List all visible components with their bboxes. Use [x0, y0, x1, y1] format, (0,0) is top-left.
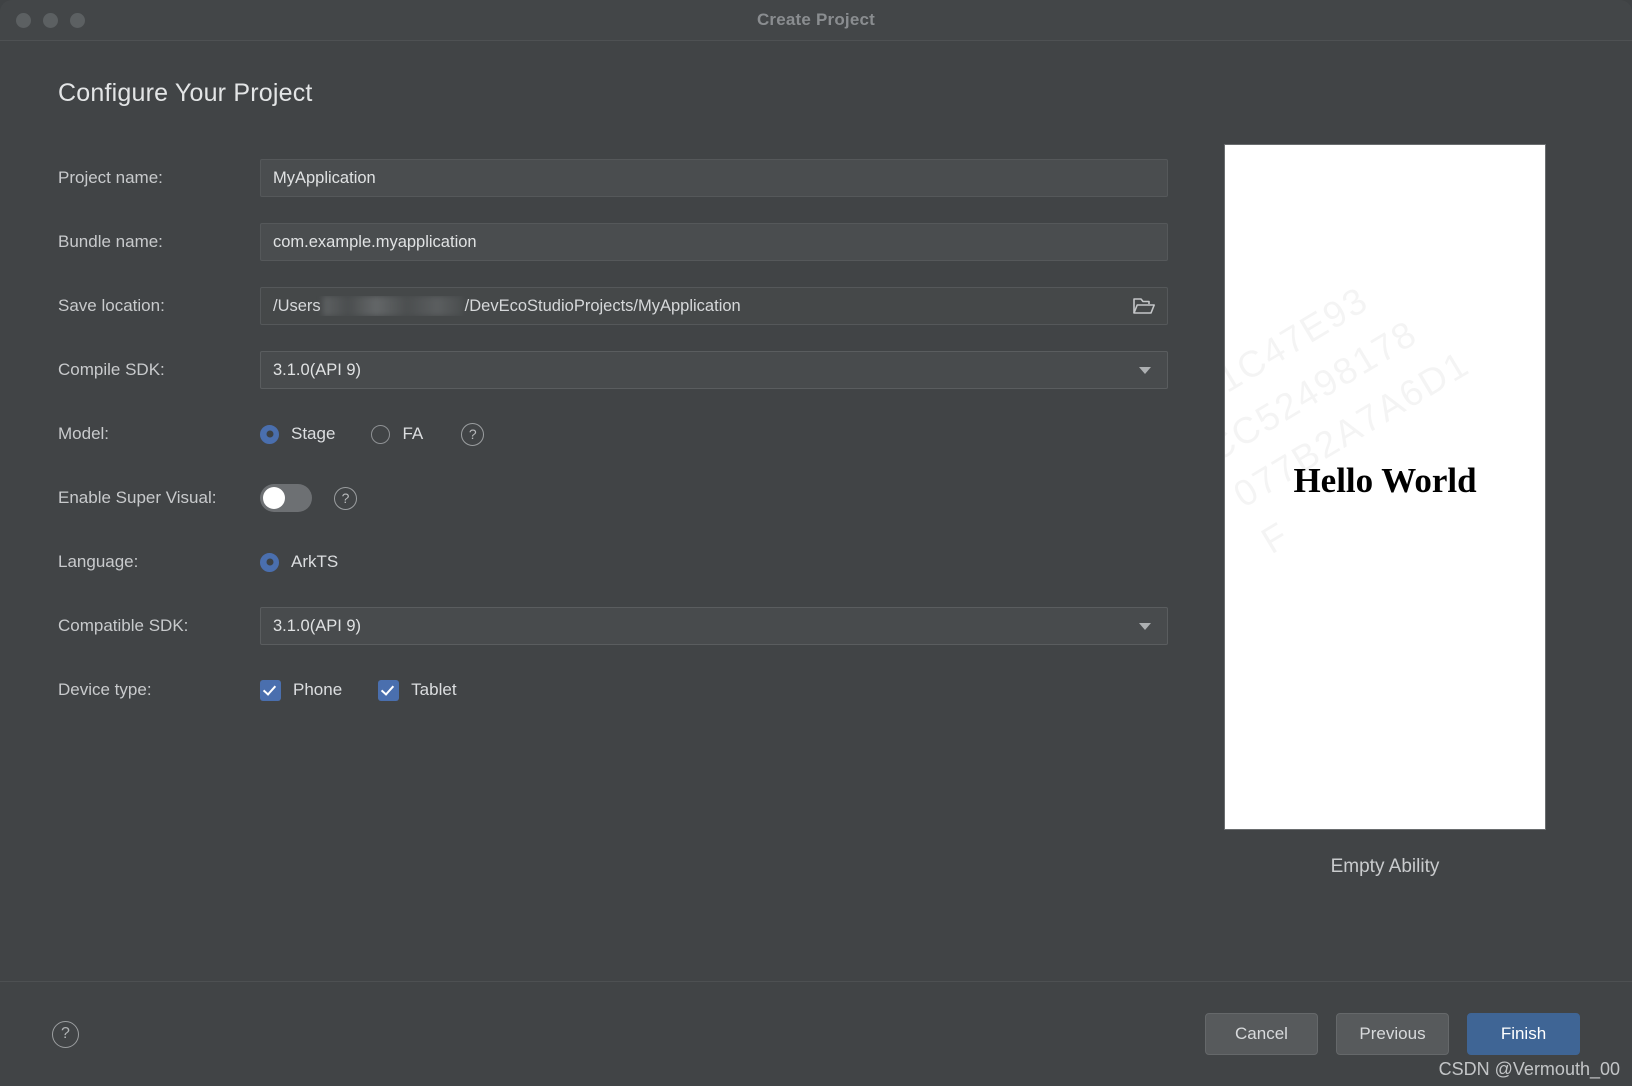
project-name-input[interactable]: MyApplication	[260, 159, 1168, 197]
model-label: Model:	[58, 424, 110, 443]
radio-fa-icon[interactable]	[371, 424, 391, 444]
save-location-path-prefix: /Users	[273, 296, 321, 315]
form-row-model: Model: Stage FA ?	[58, 402, 1168, 466]
dialog-footer: ? Cancel Previous Finish	[0, 981, 1632, 1086]
bundle-name-input[interactable]: com.example.myapplication	[260, 223, 1168, 261]
window-title: Create Project	[756, 10, 876, 29]
form-row-enable-super-visual: Enable Super Visual: ?	[58, 466, 1168, 530]
compile-sdk-select[interactable]: 3.1.0(API 9)	[260, 351, 1168, 389]
device-type-option-tablet[interactable]: Tablet	[378, 679, 457, 701]
language-options: ArkTS	[260, 552, 1168, 572]
device-type-option-phone-label: Phone	[293, 680, 343, 699]
close-button[interactable]	[16, 12, 31, 28]
form-row-project-name: Project name: MyApplication	[58, 146, 1168, 210]
folder-open-icon[interactable]	[1133, 297, 1155, 315]
form-row-bundle-name: Bundle name: com.example.myapplication	[58, 210, 1168, 274]
previous-button[interactable]: Previous	[1336, 1013, 1449, 1055]
checkbox-phone-icon[interactable]	[260, 679, 281, 701]
form-row-language: Language: ArkTS	[58, 530, 1168, 594]
footer-help-icon[interactable]: ?	[52, 1020, 79, 1048]
project-config-form: Project name: MyApplication Bundle name:…	[58, 146, 1168, 722]
device-type-option-phone[interactable]: Phone	[260, 679, 343, 701]
create-project-dialog: Create Project Configure Your Project Pr…	[0, 0, 1632, 1086]
enable-super-visual-label: Enable Super Visual:	[58, 488, 217, 507]
csdn-watermark: CSDN @Vermouth_00	[1438, 1059, 1620, 1079]
radio-stage-icon[interactable]	[260, 424, 279, 444]
preview-device-frame: 251C47E93 CC52498178 077B2A7A6D1 F Hello…	[1224, 144, 1546, 830]
language-option-arkts-label: ArkTS	[291, 552, 339, 571]
maximize-button[interactable]	[70, 12, 85, 28]
checkbox-tablet-icon[interactable]	[378, 679, 400, 701]
radio-arkts-icon[interactable]	[260, 552, 279, 572]
model-option-fa[interactable]: FA	[371, 424, 423, 444]
form-row-compatible-sdk: Compatible SDK: 3.1.0(API 9)	[58, 594, 1168, 658]
save-location-label: Save location:	[58, 296, 165, 315]
enable-super-visual-toggle[interactable]	[260, 484, 312, 512]
preview-watermark: 251C47E93 CC52498178 077B2A7A6D1 F	[1225, 177, 1545, 567]
language-option-arkts[interactable]: ArkTS	[260, 552, 338, 572]
chevron-down-icon	[1139, 622, 1151, 630]
compatible-sdk-select[interactable]: 3.1.0(API 9)	[260, 607, 1168, 645]
save-location-input[interactable]: /Users/DevEcoStudioProjects/MyApplicatio…	[260, 287, 1168, 325]
form-row-device-type: Device type: Phone Tablet	[58, 658, 1168, 722]
model-option-fa-label: FA	[402, 424, 424, 443]
page-title: Configure Your Project	[58, 79, 313, 107]
model-help-icon[interactable]: ?	[461, 422, 485, 446]
compatible-sdk-value: 3.1.0(API 9)	[273, 616, 362, 635]
preview-hello-world-text: Hello World	[1293, 461, 1477, 500]
compile-sdk-value: 3.1.0(API 9)	[273, 360, 362, 379]
project-name-label: Project name:	[58, 168, 163, 187]
minimize-button[interactable]	[43, 12, 58, 28]
window-controls	[16, 12, 85, 28]
model-options: Stage FA ?	[260, 422, 1168, 446]
form-row-save-location: Save location: /Users/DevEcoStudioProjec…	[58, 274, 1168, 338]
chevron-down-icon	[1139, 366, 1151, 374]
dialog-content: Configure Your Project Project name: MyA…	[0, 41, 1632, 981]
compile-sdk-label: Compile SDK:	[58, 360, 165, 379]
finish-button[interactable]: Finish	[1467, 1013, 1580, 1055]
save-location-redacted-username	[322, 296, 463, 316]
enable-super-visual-controls: ?	[260, 484, 1168, 512]
device-type-option-tablet-label: Tablet	[411, 680, 457, 699]
cancel-button[interactable]: Cancel	[1205, 1013, 1318, 1055]
model-option-stage[interactable]: Stage	[260, 424, 335, 444]
bundle-name-label: Bundle name:	[58, 232, 163, 251]
form-row-compile-sdk: Compile SDK: 3.1.0(API 9)	[58, 338, 1168, 402]
footer-button-group: Cancel Previous Finish	[1205, 1013, 1580, 1055]
device-type-label: Device type:	[58, 680, 152, 699]
language-label: Language:	[58, 552, 139, 571]
enable-super-visual-help-icon[interactable]: ?	[334, 486, 357, 510]
template-preview: 251C47E93 CC52498178 077B2A7A6D1 F Hello…	[1224, 144, 1546, 878]
toggle-knob	[263, 487, 285, 509]
window-titlebar: Create Project	[0, 0, 1632, 41]
model-option-stage-label: Stage	[291, 424, 336, 443]
preview-caption: Empty Ability	[1330, 856, 1440, 877]
device-type-options: Phone Tablet	[260, 679, 1168, 701]
save-location-path: /Users/DevEcoStudioProjects/MyApplicatio…	[273, 296, 741, 316]
save-location-path-suffix: /DevEcoStudioProjects/MyApplication	[464, 296, 741, 315]
compatible-sdk-label: Compatible SDK:	[58, 616, 189, 635]
